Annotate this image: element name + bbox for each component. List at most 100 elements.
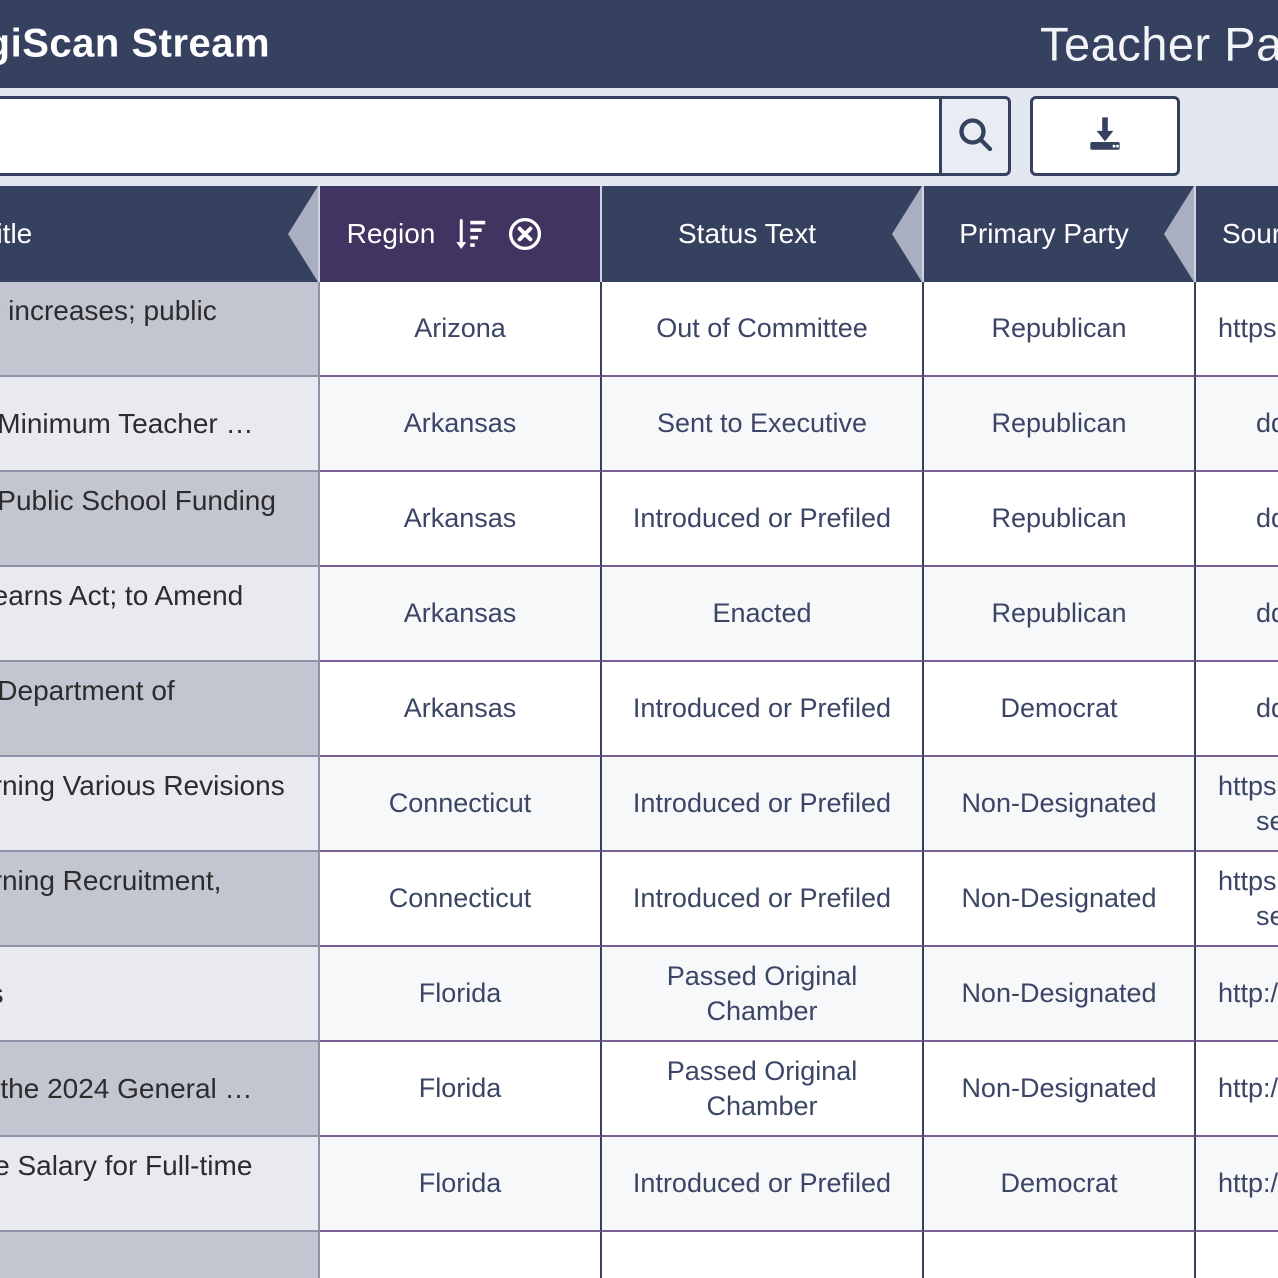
cell-status-text: Enacted	[602, 567, 924, 662]
table-body: HB 2600: teacher salary increases; publi…	[0, 282, 1278, 1278]
table-row[interactable]: HB 5502: Implementing the 2024 General ……	[0, 1042, 1278, 1137]
cell-status-text: Out of Committee	[602, 282, 924, 377]
table-header-row: Bill Title Region	[0, 186, 1278, 282]
search-button[interactable]	[939, 96, 1011, 176]
column-resize-handle-title[interactable]	[288, 186, 318, 282]
column-header-region-label: Region	[347, 220, 436, 248]
cell-status-text: Passed Original Chamber	[602, 947, 924, 1042]
app-header-bar: LegiScan Stream Teacher Pay Legislation …	[0, 0, 1278, 88]
column-header-title[interactable]: Bill Title	[0, 186, 320, 282]
source-line-1: http:/	[1218, 1073, 1278, 1103]
table-row[interactable]: HB 1668: an Act for the Department of Ed…	[0, 662, 1278, 757]
cell-source-link[interactable]: httpsse	[1196, 757, 1278, 852]
column-header-party[interactable]: Primary Party	[924, 186, 1196, 282]
cell-bill-title: HB 5502: Implementing the 2024 General …	[0, 1042, 320, 1137]
legislation-table: Bill Title Region	[0, 186, 1278, 1278]
cell-source-link[interactable]: httpsse	[1196, 852, 1278, 947]
cell-status-text	[602, 1232, 924, 1278]
table-row[interactable]: HB 1342: Minimum Base Salary for Full-ti…	[0, 1137, 1278, 1232]
source-line-2: ddBie	[1218, 406, 1278, 441]
results-table-container[interactable]: Bill Title Region	[0, 186, 1278, 1278]
column-header-party-label: Primary Party	[959, 220, 1129, 248]
cell-region	[320, 1232, 602, 1278]
table-row[interactable]: HB 5381: An Act Concerning Various Revis…	[0, 757, 1278, 852]
source-line-2: ddBie	[1218, 596, 1278, 631]
table-row[interactable]: HB 1795: to Amend the Minimum Teacher …A…	[0, 377, 1278, 472]
cell-bill-title: HB 1568: to Amend the Public School Fund…	[0, 472, 320, 567]
cell-bill-title: HB 1668: an Act for the Department of Ed…	[0, 662, 320, 757]
column-header-status-label: Status Text	[678, 220, 816, 248]
cell-status-text: Introduced or Prefiled	[602, 1137, 924, 1232]
cell-bill-title: HB 5381: An Act Concerning Various Revis…	[0, 757, 320, 852]
cell-source-link[interactable]: ddBie	[1196, 567, 1278, 662]
table-row[interactable]: SB 294: to Create the Learns Act; to Ame…	[0, 567, 1278, 662]
cell-primary-party: Non-Designated	[924, 947, 1196, 1042]
cell-region: Connecticut	[320, 757, 602, 852]
clear-sort-icon[interactable]	[507, 216, 543, 252]
cell-region: Arkansas	[320, 662, 602, 757]
table-row[interactable]: HB 1568: to Amend the Public School Fund…	[0, 472, 1278, 567]
cell-source-link[interactable]: http:/	[1196, 947, 1278, 1042]
search-input[interactable]	[0, 96, 939, 176]
column-header-source-label: Source	[1222, 220, 1278, 248]
cell-source-link[interactable]: https	[1196, 282, 1278, 377]
search-controls	[0, 96, 1180, 176]
column-resize-handle-party[interactable]	[1164, 186, 1194, 282]
cell-source-link[interactable]: ddBie	[1196, 472, 1278, 567]
cell-region: Florida	[320, 1042, 602, 1137]
cell-source-link[interactable]: ddBie	[1196, 377, 1278, 472]
sort-descending-icon[interactable]	[453, 216, 489, 252]
download-button[interactable]	[1030, 96, 1180, 176]
column-resize-handle-status[interactable]	[892, 186, 922, 282]
search-icon	[955, 114, 995, 159]
cell-status-text: Sent to Executive	[602, 377, 924, 472]
cell-primary-party	[924, 1232, 1196, 1278]
app-brand-logo[interactable]: LegiScan Stream	[0, 22, 270, 67]
cell-primary-party: Republican	[924, 472, 1196, 567]
table-row[interactable]: HB 2600: teacher salary increases; publi…	[0, 282, 1278, 377]
source-line-1: https	[1218, 771, 1277, 801]
cell-bill-title: HB 5384: An Act Concerning Recruitment, …	[0, 852, 320, 947]
cell-primary-party: Republican	[924, 377, 1196, 472]
source-line-1: http:/	[1218, 1168, 1278, 1198]
cell-bill-title: HB 1342: Minimum Base Salary for Full-ti…	[0, 1137, 320, 1232]
source-line-1: https	[1218, 866, 1277, 896]
table-row[interactable]	[0, 1232, 1278, 1278]
cell-primary-party: Republican	[924, 567, 1196, 662]
cell-region: Connecticut	[320, 852, 602, 947]
cell-bill-title: HB 1795: to Amend the Minimum Teacher …	[0, 377, 320, 472]
cell-region: Arizona	[320, 282, 602, 377]
source-line-1: http:/	[1218, 978, 1278, 1008]
page-title: Teacher Pay Legislation Tracker	[1040, 17, 1278, 72]
cell-status-text: Introduced or Prefiled	[602, 472, 924, 567]
cell-bill-title: SB 294: to Create the Learns Act; to Ame…	[0, 567, 320, 662]
cell-region: Florida	[320, 947, 602, 1042]
cell-source-link[interactable]	[1196, 1232, 1278, 1278]
cell-status-text: Introduced or Prefiled	[602, 852, 924, 947]
cell-source-link[interactable]: ddBie	[1196, 662, 1278, 757]
cell-region: Arkansas	[320, 567, 602, 662]
source-line-2: se	[1218, 804, 1278, 839]
column-header-region[interactable]: Region	[320, 186, 602, 282]
source-line-2: se	[1218, 899, 1278, 934]
cell-primary-party: Non-Designated	[924, 1042, 1196, 1137]
cell-bill-title: HB 2600: teacher salary increases; publi…	[0, 282, 320, 377]
cell-primary-party: Democrat	[924, 1137, 1196, 1232]
column-header-status[interactable]: Status Text	[602, 186, 924, 282]
search-toolbar	[0, 88, 1278, 186]
source-line-1: https	[1218, 313, 1277, 343]
table-row[interactable]: HB 5384: An Act Concerning Recruitment, …	[0, 852, 1278, 947]
table-row[interactable]: HB 5500: AppropriationsFloridaPassed Ori…	[0, 947, 1278, 1042]
cell-primary-party: Republican	[924, 282, 1196, 377]
cell-bill-title: HB 5500: Appropriations	[0, 947, 320, 1042]
source-line-2: ddBie	[1218, 501, 1278, 536]
cell-status-text: Introduced or Prefiled	[602, 662, 924, 757]
cell-source-link[interactable]: http:/	[1196, 1042, 1278, 1137]
cell-source-link[interactable]: http:/	[1196, 1137, 1278, 1232]
column-header-title-label: Bill Title	[0, 220, 32, 248]
cell-region: Arkansas	[320, 377, 602, 472]
source-line-2: ddBie	[1218, 691, 1278, 726]
cell-status-text: Introduced or Prefiled	[602, 757, 924, 852]
cell-primary-party: Democrat	[924, 662, 1196, 757]
column-header-source[interactable]: Source	[1196, 186, 1278, 282]
